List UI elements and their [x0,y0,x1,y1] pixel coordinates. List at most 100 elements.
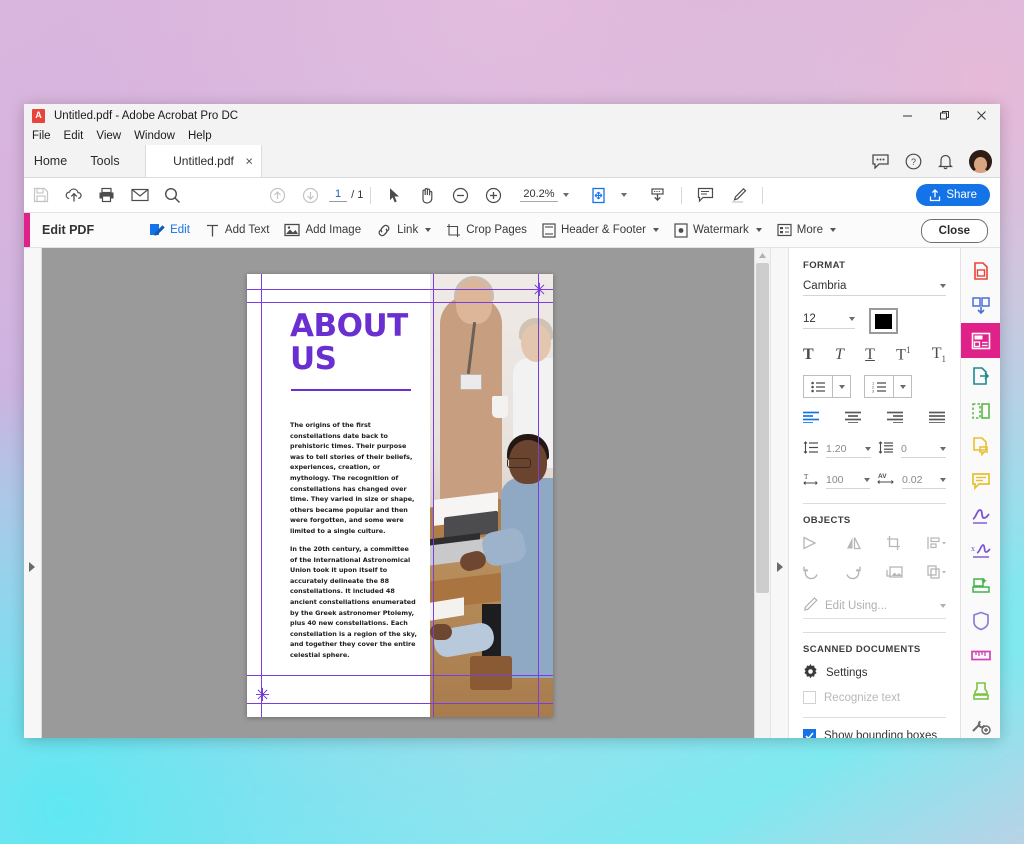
help-icon[interactable]: ? [905,153,922,170]
export-pdf-tool[interactable] [961,358,1001,393]
chevron-down-icon[interactable] [865,446,871,451]
chevron-down-icon[interactable] [849,317,855,321]
menu-item-window[interactable]: Window [134,130,175,142]
fit-page-caret[interactable] [620,193,627,197]
align-left-icon[interactable] [803,410,820,428]
fit-page-icon[interactable] [583,178,616,212]
create-pdf-tool[interactable] [961,253,1001,288]
chevron-down-icon[interactable] [940,477,946,482]
align-center-icon[interactable] [845,410,862,428]
menu-item-view[interactable]: View [96,130,121,142]
chevron-down-icon[interactable] [940,284,946,288]
tab-tools[interactable]: Tools [77,145,133,177]
numbered-list-icon[interactable]: 123 [865,381,893,393]
watermark-caret-icon[interactable] [755,228,762,232]
left-panel-collapsed[interactable] [24,248,42,738]
zoom-in-icon[interactable] [477,178,510,212]
more-caret-icon[interactable] [829,228,836,232]
document-heading[interactable]: ABOUT US [290,310,408,376]
edit-using-dropdown[interactable]: Edit Using... [803,597,946,620]
download-icon[interactable] [641,178,674,212]
watermark-tool-button[interactable]: Watermark [674,222,762,238]
fill-sign-tool[interactable] [961,428,1001,463]
comment-icon[interactable] [689,178,722,212]
add-text-tool-button[interactable]: Add Text [205,223,269,238]
header-footer-tool-button[interactable]: Header & Footer [542,222,659,238]
show-bounding-boxes-row[interactable]: Show bounding boxes [803,729,946,738]
combine-files-tool[interactable] [961,288,1001,323]
crop-pages-tool-button[interactable]: Crop Pages [446,223,527,238]
subscript-icon[interactable]: T1 [932,345,946,364]
bell-icon[interactable] [938,153,953,170]
zoom-level-value[interactable]: 20.2% [520,188,558,202]
share-button[interactable]: Share [916,184,990,206]
pdf-page[interactable]: ABOUT US The origins of the first conste… [247,274,553,717]
restore-icon[interactable] [926,104,963,127]
save-icon[interactable] [24,178,57,212]
hand-tool-icon[interactable] [411,178,444,212]
menu-item-edit[interactable]: Edit [64,130,84,142]
measure-tool[interactable] [961,638,1001,673]
upload-cloud-icon[interactable] [57,178,90,212]
horizontal-scale-field[interactable]: 100 [826,474,870,489]
add-image-tool-button[interactable]: Add Image [284,223,361,237]
more-tools[interactable] [961,708,1001,738]
page-number-field[interactable]: 1 / 1 [329,188,363,202]
page-down-icon[interactable] [294,178,327,212]
tab-document[interactable]: Untitled.pdf × [145,145,262,177]
edit-tool-button[interactable]: Edit [149,222,190,238]
rotate-clockwise-icon[interactable] [844,565,862,585]
close-icon[interactable] [963,104,1000,127]
bulleted-list-icon[interactable] [804,381,832,393]
right-panel-toggle[interactable] [770,248,788,738]
numbered-list-button[interactable]: 123 [864,375,912,399]
document-photo[interactable] [430,274,553,717]
scanned-settings-row[interactable]: Settings [803,664,946,682]
page-up-icon[interactable] [261,178,294,212]
edit-pdf-tool[interactable] [960,323,1000,358]
align-right-icon[interactable] [887,410,904,428]
chevron-down-icon[interactable] [940,446,946,451]
bold-icon[interactable]: T [803,346,814,364]
replace-image-icon[interactable] [886,565,903,585]
zoom-dropdown-caret[interactable] [562,193,569,197]
paragraph-spacing-field[interactable]: 0 [901,443,946,458]
protect-tool[interactable] [961,603,1001,638]
chat-icon[interactable] [872,153,889,169]
zoom-out-icon[interactable] [444,178,477,212]
minimize-icon[interactable] [889,104,926,127]
tab-home[interactable]: Home [24,145,77,177]
line-spacing-field[interactable]: 1.20 [826,443,871,458]
arrange-icon[interactable] [927,565,946,585]
link-caret-icon[interactable] [425,228,432,232]
select-pointer-icon[interactable] [378,178,411,212]
tab-close-icon[interactable]: × [245,154,253,169]
link-tool-button[interactable]: Link [376,223,432,238]
print-icon[interactable] [90,178,123,212]
show-bounding-boxes-checkbox[interactable] [803,729,816,738]
document-paragraph-1[interactable]: The origins of the first constellations … [290,420,418,537]
flip-horizontal-icon[interactable] [803,536,820,555]
document-paragraph-2[interactable]: In the 20th century, a committee of the … [290,544,418,661]
organize-pages-tool[interactable] [961,393,1001,428]
align-objects-icon[interactable] [927,536,946,555]
highlight-icon[interactable] [722,178,755,212]
collapse-right-panel-icon[interactable] [777,562,783,572]
character-spacing-field[interactable]: 0.02 [902,474,946,489]
comment-tool[interactable] [961,463,1001,498]
sign-tool[interactable] [961,498,1001,533]
avatar[interactable] [969,149,992,173]
page-current-value[interactable]: 1 [329,188,348,202]
scroll-up-icon[interactable] [755,248,770,263]
document-canvas[interactable]: ABOUT US The origins of the first conste… [42,248,754,738]
vertical-scrollbar[interactable] [754,248,770,738]
superscript-icon[interactable]: T1 [896,345,910,364]
expand-left-panel-icon[interactable] [29,562,35,572]
chevron-down-icon[interactable] [864,477,870,482]
menu-item-help[interactable]: Help [188,130,212,142]
scrollbar-thumb[interactable] [756,263,769,593]
text-color-swatch[interactable] [869,308,898,334]
request-signature-tool[interactable]: x [961,533,1001,568]
italic-icon[interactable]: T [835,346,844,364]
email-icon[interactable] [123,178,156,212]
